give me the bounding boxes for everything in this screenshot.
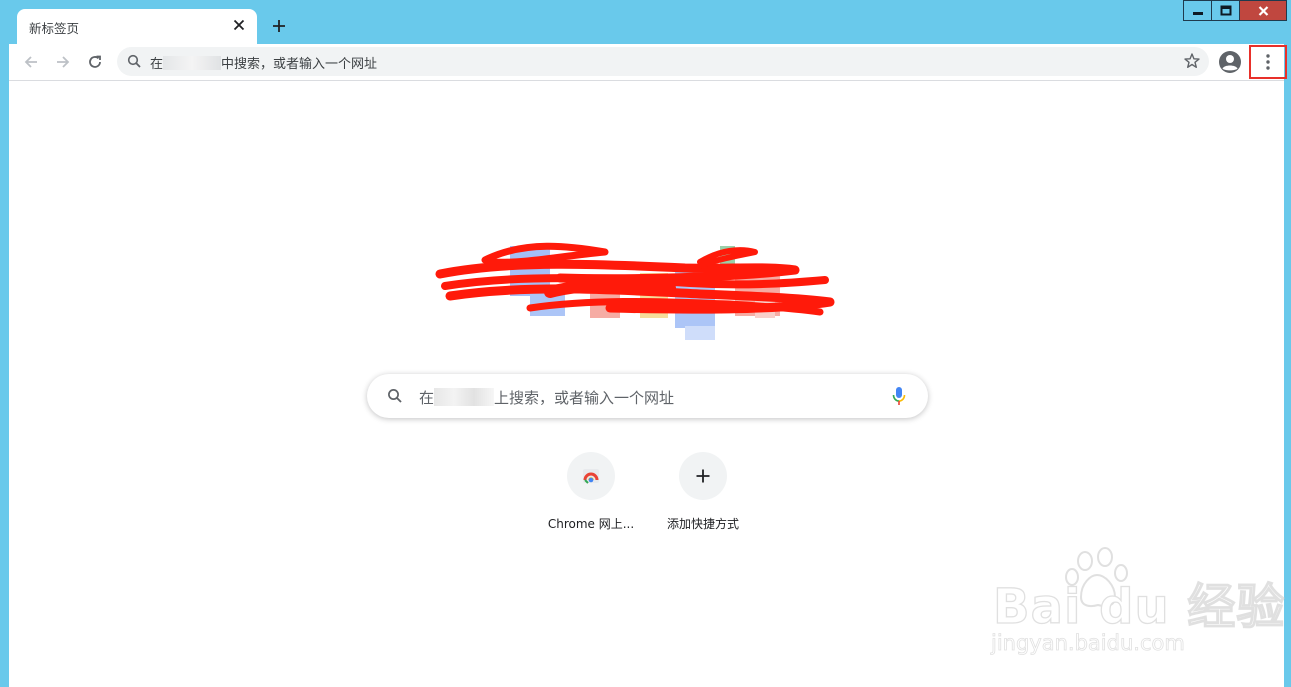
- account-icon: [1219, 51, 1241, 73]
- reload-button[interactable]: [83, 50, 107, 74]
- search-placeholder: 在 上搜索，或者输入一个网址: [419, 387, 674, 408]
- maximize-button[interactable]: [1211, 0, 1240, 21]
- omnibox[interactable]: 在 中搜索，或者输入一个网址: [117, 47, 1209, 76]
- close-window-button[interactable]: [1239, 0, 1287, 21]
- minimize-icon: [1192, 11, 1203, 15]
- forward-button[interactable]: [51, 50, 75, 74]
- new-tab-button[interactable]: [267, 14, 291, 38]
- window-frame-left: [0, 44, 9, 687]
- shortcut-label: 添加快捷方式: [666, 517, 739, 531]
- star-icon[interactable]: [1183, 52, 1201, 70]
- back-button[interactable]: [19, 50, 43, 74]
- maximize-icon: [1220, 5, 1231, 16]
- window-controls: [1183, 0, 1287, 22]
- arrow-left-icon: [24, 56, 37, 68]
- search-icon: [127, 54, 141, 68]
- profile-button[interactable]: [1216, 48, 1244, 76]
- blurred-text: [434, 388, 495, 406]
- minimize-button[interactable]: [1183, 0, 1212, 21]
- shortcut-tile-chrome-store[interactable]: Chrome 网上...: [535, 452, 647, 532]
- chrome-webstore-icon: [583, 469, 599, 484]
- tab-close-icon[interactable]: [229, 15, 249, 35]
- shortcut-tile-add[interactable]: 添加快捷方式: [647, 452, 759, 532]
- blurred-text: [163, 56, 222, 70]
- browser-toolbar: 在 中搜索，或者输入一个网址: [9, 44, 1287, 81]
- baidu-jingyan-watermark: Bai du 经验 jingyan.baidu.com: [985, 545, 1285, 665]
- shortcut-icon-circle: [567, 452, 615, 500]
- chrome-menu-button[interactable]: [1249, 45, 1287, 79]
- three-dots-vertical-icon: [1266, 54, 1270, 70]
- arrow-right-icon: [57, 56, 70, 68]
- ntp-search-box[interactable]: 在 上搜索，或者输入一个网址: [367, 374, 928, 418]
- plus-icon: [273, 20, 285, 32]
- microphone-icon[interactable]: [892, 386, 906, 406]
- tab-title: 新标签页: [29, 21, 80, 36]
- omnibox-placeholder: 在 中搜索，或者输入一个网址: [150, 53, 377, 72]
- plus-icon: [696, 469, 710, 483]
- search-prefix: 在: [419, 389, 435, 407]
- shortcut-label: Chrome 网上...: [547, 517, 635, 531]
- watermark-brand: Bai du 经验: [992, 578, 1286, 635]
- watermark-domain: jingyan.baidu.com: [991, 631, 1186, 656]
- reload-icon: [89, 55, 101, 68]
- obscured-logo: [430, 238, 840, 343]
- search-suffix: 上搜索，或者输入一个网址: [494, 389, 675, 407]
- omnibox-prefix: 在: [150, 57, 164, 72]
- shortcut-icon-circle: [679, 452, 727, 500]
- search-icon: [388, 389, 402, 403]
- tab-new-tab[interactable]: 新标签页: [17, 9, 257, 44]
- close-icon: [1258, 5, 1268, 16]
- omnibox-suffix: 中搜索，或者输入一个网址: [221, 57, 378, 72]
